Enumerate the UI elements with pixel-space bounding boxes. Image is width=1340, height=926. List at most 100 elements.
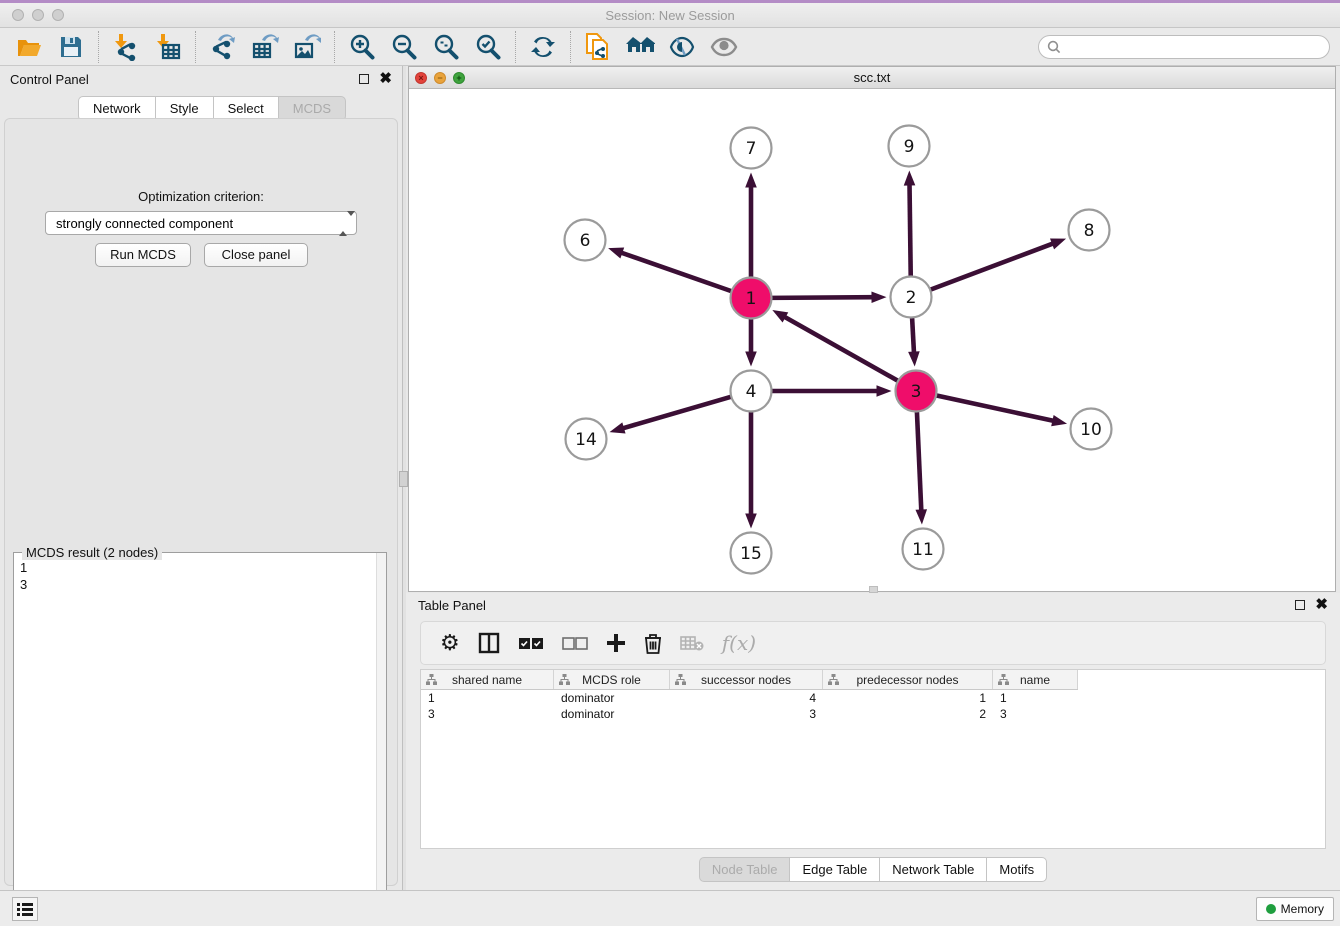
import-network-icon[interactable] (111, 32, 141, 62)
table-row-2[interactable]: 3dominator323 (421, 706, 1325, 722)
node-table: shared name MCDS role successor nodes prede… (420, 669, 1326, 849)
edge-2-3[interactable] (912, 317, 914, 353)
float-panel-icon[interactable] (359, 74, 369, 84)
tab-motifs[interactable]: Motifs (986, 857, 1047, 882)
home-icon[interactable] (625, 32, 655, 62)
save-session-icon[interactable] (56, 32, 86, 62)
table-toolbar: ⚙ f(x) (420, 621, 1326, 665)
edge-4-14[interactable] (622, 397, 731, 429)
zoom-out-icon[interactable] (389, 32, 419, 62)
add-column-icon[interactable] (606, 630, 626, 656)
column-label: successor nodes (701, 673, 791, 687)
node-label-9: 9 (904, 137, 915, 157)
node-label-15: 15 (740, 544, 762, 564)
deselect-all-icon[interactable] (562, 630, 588, 656)
tab-network-table[interactable]: Network Table (879, 857, 986, 882)
edge-3-1[interactable] (784, 316, 898, 381)
list-icon (17, 902, 33, 916)
open-session-icon[interactable] (14, 32, 44, 62)
tab-node-table[interactable]: Node Table (699, 857, 790, 882)
cell[interactable]: 3 (993, 706, 1078, 722)
edge-1-6[interactable] (620, 252, 731, 291)
tab-edge-table[interactable]: Edge Table (789, 857, 879, 882)
horizontal-splitter-grip[interactable] (869, 586, 878, 593)
network-window-titlebar[interactable]: × − + scc.txt (409, 67, 1335, 89)
close-table-panel-icon[interactable]: ✖ (1315, 600, 1328, 610)
edge-1-2[interactable] (771, 297, 873, 298)
export-image-icon[interactable] (292, 32, 322, 62)
node-label-6: 6 (580, 231, 591, 251)
zoom-in-icon[interactable] (347, 32, 377, 62)
cell[interactable]: 3 (421, 706, 554, 722)
paint-icon[interactable] (667, 32, 697, 62)
close-panel-icon[interactable]: ✖ (379, 74, 392, 84)
cell[interactable]: 3 (670, 706, 823, 722)
splitter-grip[interactable] (399, 471, 408, 487)
edge-2-8[interactable] (930, 243, 1054, 290)
run-mcds-button[interactable]: Run MCDS (95, 243, 191, 267)
cell[interactable]: 1 (823, 690, 993, 706)
cell[interactable]: dominator (554, 706, 670, 722)
node-label-8: 8 (1084, 221, 1095, 241)
cell[interactable]: dominator (554, 690, 670, 706)
toolbar-separator (334, 31, 335, 63)
edge-3-10[interactable] (936, 395, 1054, 421)
show-columns-icon[interactable] (478, 630, 500, 656)
edge-arrow-1-7 (745, 173, 757, 188)
select-all-icon[interactable] (518, 630, 544, 656)
cell[interactable]: 1 (993, 690, 1078, 706)
column-header-MCDS-role[interactable]: MCDS role (554, 670, 670, 689)
edge-arrow-4-15 (745, 514, 757, 529)
memory-status-icon (1266, 904, 1276, 914)
cell[interactable]: 1 (421, 690, 554, 706)
edge-2-9[interactable] (909, 183, 910, 276)
node-label-2: 2 (906, 288, 917, 308)
column-label: predecessor nodes (856, 673, 958, 687)
control-panel-title: Control Panel (10, 72, 359, 87)
clone-network-icon[interactable] (583, 32, 613, 62)
network-graph[interactable]: 7968124314101511 (409, 89, 1335, 591)
network-window: × − + scc.txt 7968124314101511 (408, 66, 1336, 592)
column-header-name[interactable]: name (993, 670, 1078, 689)
search-input[interactable] (1065, 40, 1329, 54)
zoom-selected-icon[interactable] (473, 32, 503, 62)
column-header-shared-name[interactable]: shared name (421, 670, 554, 689)
import-table-icon[interactable] (153, 32, 183, 62)
optimization-value: strongly connected component (56, 216, 233, 231)
node-label-14: 14 (575, 430, 597, 450)
memory-button[interactable]: Memory (1256, 897, 1334, 921)
zoom-fit-icon[interactable] (431, 32, 461, 62)
column-header-predecessor-nodes[interactable]: predecessor nodes (823, 670, 993, 689)
float-table-panel-icon[interactable] (1295, 600, 1305, 610)
edge-arrow-3-10 (1051, 415, 1067, 426)
node-label-11: 11 (912, 540, 934, 560)
task-history-button[interactable] (12, 897, 38, 921)
column-header-successor-nodes[interactable]: successor nodes (670, 670, 823, 689)
search-box[interactable] (1038, 35, 1330, 59)
table-row-1[interactable]: 1dominator411 (421, 690, 1325, 706)
table-settings-icon[interactable]: ⚙ (440, 630, 460, 656)
table-panel: Table Panel ✖ ⚙ f(x) shared nameMCDS rol… (406, 593, 1340, 890)
control-panel: Control Panel ✖ NetworkStyleSelectMCDS O… (0, 66, 402, 890)
column-label: name (1020, 673, 1050, 687)
optimization-select[interactable]: strongly connected component (45, 211, 357, 235)
refresh-icon[interactable] (528, 32, 558, 62)
close-panel-button[interactable]: Close panel (204, 243, 308, 267)
export-table-icon[interactable] (250, 32, 280, 62)
cell[interactable]: 4 (670, 690, 823, 706)
window-title: Session: New Session (0, 8, 1340, 23)
edge-3-11[interactable] (917, 411, 921, 511)
main-titlebar: Session: New Session (0, 3, 1340, 28)
delete-table-icon (680, 630, 704, 656)
eye-icon[interactable] (709, 32, 739, 62)
status-bar: Memory (0, 890, 1340, 926)
delete-column-icon[interactable] (644, 630, 662, 656)
export-network-icon[interactable] (208, 32, 238, 62)
hierarchy-icon (828, 674, 839, 685)
optimization-label: Optimization criterion: (5, 189, 397, 204)
edge-arrow-3-11 (915, 509, 927, 524)
column-label: shared name (452, 673, 522, 687)
cell[interactable]: 2 (823, 706, 993, 722)
toolbar-separator (98, 31, 99, 63)
result-scrollbar[interactable] (376, 553, 386, 926)
